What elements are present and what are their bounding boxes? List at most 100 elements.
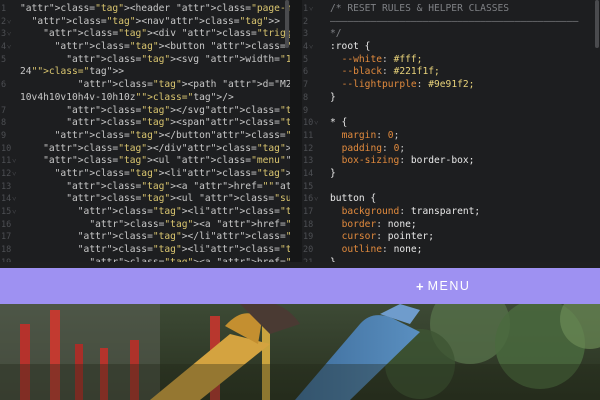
- fold-arrow-icon[interactable]: ˅: [314, 119, 318, 127]
- html-line-number: 18: [1, 245, 12, 256]
- playground-photo: [0, 304, 600, 400]
- html-code-line[interactable]: "attr">class="tag"></div"attr">class="ta…: [20, 143, 290, 156]
- css-code-line[interactable]: :root {: [330, 41, 592, 54]
- css-line-number: 1˅: [303, 4, 314, 14]
- css-editor-pane[interactable]: 1˅ 2 3 4˅5 6 78 9 10˅11 12 1314 15 16˅ 17 18 19 2021 /*…: [302, 0, 600, 262]
- css-code-line[interactable]: [330, 181, 592, 194]
- html-code-line[interactable]: "attr">class="tag"><li"attr">class="tag"…: [20, 244, 290, 257]
- fold-arrow-icon[interactable]: ˅: [12, 208, 16, 216]
- html-code-line[interactable]: "attr">class="tag"><header "attr">class=…: [20, 3, 290, 16]
- menu-trigger-button[interactable]: + MENU: [416, 278, 470, 294]
- css-code-line[interactable]: box-sizing: border-box;: [330, 155, 592, 168]
- css-line-number: 15: [303, 181, 314, 192]
- css-line-number: 8: [303, 92, 309, 103]
- fold-arrow-icon[interactable]: ˅: [7, 43, 11, 51]
- fold-arrow-icon[interactable]: ˅: [12, 170, 16, 178]
- html-editor-scrollbar[interactable]: [285, 0, 289, 48]
- html-line-number: 12˅: [1, 168, 17, 179]
- html-line-number: 2˅: [1, 16, 12, 27]
- code-editor-area: 12˅3˅4˅567891011˅12˅1314˅15˅16171819 "at…: [0, 0, 600, 262]
- css-code-line[interactable]: [330, 105, 592, 118]
- html-code-line[interactable]: "attr">class="tag"></button"attr">class=…: [20, 130, 290, 143]
- html-code-line[interactable]: "attr">class="tag"><ul "attr">class="sub…: [20, 193, 290, 206]
- fold-arrow-icon[interactable]: ˅: [309, 5, 313, 13]
- html-code-line[interactable]: "attr">class="tag"><li"attr">class="tag"…: [20, 168, 290, 181]
- html-line-gutter: 12˅3˅4˅567891011˅12˅1314˅15˅16171819: [0, 3, 18, 262]
- css-code-line[interactable]: margin: 0;: [330, 130, 592, 143]
- css-line-number: 14: [303, 168, 314, 179]
- css-line-number: 21: [302, 257, 328, 262]
- css-editor-scrollbar[interactable]: [595, 0, 599, 48]
- css-line-number: 9: [303, 105, 309, 116]
- html-code-line[interactable]: "attr">class="tag"></svg"attr">class="ta…: [20, 105, 290, 118]
- css-line-number: 17: [303, 207, 314, 217]
- css-line-number: 6: [303, 67, 309, 78]
- html-line-number: 7: [1, 105, 7, 116]
- html-code-line[interactable]: "attr">class="tag"><div "attr">class="tr…: [20, 28, 290, 41]
- css-line-gutter: 1˅ 2 3 4˅5 6 78 9 10˅11 12 1314 15 16˅ 17 18 19 2021: [302, 3, 328, 262]
- css-code-line[interactable]: cursor: pointer;: [330, 231, 592, 244]
- css-code-line[interactable]: * {: [330, 117, 592, 130]
- preview-menu-bar: + MENU: [0, 268, 600, 304]
- css-line-number: 3: [303, 29, 309, 40]
- html-code-line[interactable]: "attr">class="tag"><li"attr">class="tag"…: [20, 206, 290, 219]
- css-code-line[interactable]: padding: 0;: [330, 143, 592, 156]
- css-line-number: 2: [303, 16, 309, 27]
- css-code-line[interactable]: outline: none;: [330, 244, 592, 257]
- css-code-line[interactable]: border: none;: [330, 219, 592, 232]
- fold-arrow-icon[interactable]: ˅: [7, 18, 11, 26]
- css-code-line[interactable]: /* RESET RULES & HELPER CLASSES: [330, 3, 592, 16]
- html-line-number: 5: [1, 54, 7, 65]
- html-editor-pane[interactable]: 12˅3˅4˅567891011˅12˅1314˅15˅16171819 "at…: [0, 0, 290, 262]
- css-code-line[interactable]: */: [330, 28, 592, 41]
- css-code-line[interactable]: }: [330, 92, 592, 105]
- html-line-number: 15˅: [1, 207, 17, 217]
- html-code-line[interactable]: "attr">class="tag"><path "attr">d="M24 1…: [20, 79, 290, 92]
- css-code-line[interactable]: }: [330, 168, 592, 181]
- html-line-number: 13: [1, 181, 12, 192]
- fold-arrow-icon[interactable]: ˅: [314, 195, 318, 203]
- css-code-line[interactable]: --white: #fff;: [330, 54, 592, 67]
- html-line-number: 14˅: [1, 194, 17, 205]
- html-code-line[interactable]: 10v4h10v10h4v-10h10z"">class="tag">/>: [20, 92, 282, 105]
- html-code-line[interactable]: "attr">class="tag"><a "attr">href="""att…: [20, 257, 290, 262]
- fold-arrow-icon[interactable]: ˅: [309, 43, 313, 51]
- css-line-number: 12: [303, 143, 314, 154]
- html-code-content[interactable]: "attr">class="tag"><header "attr">class=…: [20, 3, 290, 262]
- html-line-number: 9: [1, 130, 7, 141]
- css-line-number: 19: [303, 232, 314, 243]
- html-code-line[interactable]: "attr">class="tag"><ul "attr">class="men…: [20, 155, 290, 168]
- css-line-number: 10˅: [303, 118, 319, 129]
- html-line-number: 4˅: [1, 42, 12, 53]
- css-code-line[interactable]: ––––––––––––––––––––––––––––––––––––––––…: [330, 16, 592, 29]
- pane-divider[interactable]: [290, 0, 302, 262]
- css-code-line[interactable]: --lightpurple: #9e91f2;: [330, 79, 592, 92]
- css-line-number: 18: [303, 219, 314, 230]
- html-line-number: 1: [1, 4, 7, 14]
- html-line-number: 11˅: [1, 156, 17, 167]
- preview-hero-image: [0, 304, 600, 400]
- html-code-line[interactable]: "attr">class="tag"><button "attr">class=…: [20, 41, 290, 54]
- css-code-content[interactable]: /* RESET RULES & HELPER CLASSES –––––––––…: [330, 3, 592, 262]
- html-line-number: 3˅: [1, 29, 12, 40]
- html-code-line[interactable]: "attr">class="tag"><nav"attr">class="tag…: [20, 16, 282, 29]
- html-line-number: 19: [0, 257, 18, 262]
- css-line-number: 4˅: [303, 42, 314, 53]
- html-code-line[interactable]: "attr">class="tag"></li"attr">class="tag…: [20, 231, 290, 244]
- plus-icon: +: [416, 278, 424, 294]
- css-code-line[interactable]: --black: #221f1f;: [330, 66, 592, 79]
- html-code-line[interactable]: "attr">class="tag"><svg "attr">width="12…: [20, 54, 290, 67]
- css-code-line[interactable]: button {: [330, 193, 592, 206]
- html-code-line[interactable]: 24"">class="tag">>: [20, 66, 282, 79]
- css-code-line[interactable]: }: [330, 257, 592, 262]
- fold-arrow-icon[interactable]: ˅: [7, 30, 11, 38]
- html-code-line[interactable]: "attr">class="tag"><a "attr">href="""att…: [20, 181, 290, 194]
- html-code-line[interactable]: "attr">class="tag"><span"attr">class="ta…: [20, 117, 290, 130]
- fold-arrow-icon[interactable]: ˅: [12, 195, 16, 203]
- html-line-number: 10: [1, 143, 12, 154]
- html-line-number: 8: [1, 118, 7, 129]
- html-line-number: [0, 66, 18, 79]
- html-code-line[interactable]: "attr">class="tag"><a "attr">href="""att…: [20, 219, 290, 232]
- fold-arrow-icon[interactable]: ˅: [12, 157, 16, 165]
- css-code-line[interactable]: background: transparent;: [330, 206, 592, 219]
